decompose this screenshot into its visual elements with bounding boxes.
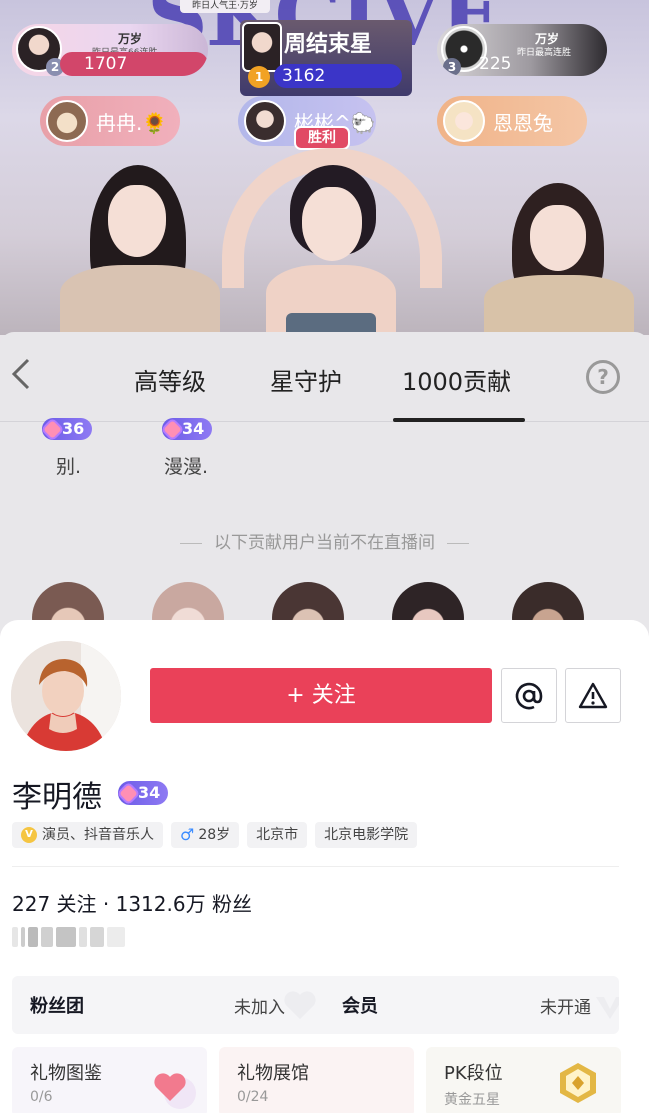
avatar — [46, 100, 88, 142]
pk-rank-tile[interactable]: PK段位 黄金五星 — [426, 1047, 621, 1113]
contributor-name[interactable]: 别. — [56, 452, 81, 479]
fan-club-row[interactable]: 粉丝团 未加入 — [12, 976, 332, 1034]
verified-icon: V — [21, 827, 37, 843]
player-chip-1[interactable]: 冉冉.🌻 — [40, 96, 180, 146]
contributor-name[interactable]: 漫漫. — [164, 452, 208, 479]
player-name: 恩恩兔 — [493, 110, 553, 135]
rank-subtitle: 昨日最高连胜 — [517, 48, 572, 58]
tile-title: PK段位 — [444, 1063, 503, 1084]
member-label: 会员 — [342, 996, 378, 1017]
top-banner: 昨日人气王·万岁 — [180, 0, 270, 13]
male-icon: ♂ — [180, 825, 195, 844]
fan-club-status: 未加入 — [234, 998, 285, 1018]
blurred-bio — [12, 927, 130, 949]
gem-icon — [119, 783, 138, 803]
gift-catalog-tile[interactable]: 礼物图鉴 0/6 — [12, 1047, 207, 1113]
rank-number: 1 — [248, 66, 270, 88]
member-status: 未开通 — [540, 998, 591, 1018]
heart-icon — [284, 991, 316, 1019]
heart-balloon-icon — [154, 1073, 196, 1109]
offline-divider: 以下贡献用户当前不在直播间 — [0, 528, 649, 553]
live-stream-view: SKCIVE 昨日人气王·万岁 2 万岁 昨日最高66连胜 1707 周结束星 … — [0, 0, 649, 335]
profile-card: + 关注 李明德 34 V 演员、抖音音乐人 ♂ 28岁 北京市 北京电影学院 22… — [0, 620, 649, 1113]
mention-button[interactable] — [501, 668, 557, 723]
gold-medal-icon — [560, 1063, 596, 1103]
tile-value: 0/24 — [237, 1089, 269, 1105]
at-icon — [515, 682, 543, 709]
rank-card-1[interactable]: 周结束星 1 3162 — [240, 20, 412, 96]
profile-tags: V 演员、抖音音乐人 ♂ 28岁 北京市 北京电影学院 — [12, 822, 418, 848]
age-tag: ♂ 28岁 — [171, 822, 240, 848]
fan-club-label: 粉丝团 — [30, 996, 84, 1017]
rank-number: 3 — [443, 58, 461, 76]
follow-button[interactable]: + 关注 — [150, 668, 492, 723]
level-badge: 36 — [42, 418, 93, 440]
profile-level-badge: 34 — [118, 781, 169, 805]
gem-icon — [43, 419, 62, 439]
rank-card-3[interactable]: 3 万岁 昨日最高连胜 225 — [437, 24, 607, 76]
gift-gallery-tile[interactable]: 礼物展馆 0/24 — [219, 1047, 414, 1113]
tab-high-level[interactable]: 高等级 — [134, 362, 206, 397]
school-tag: 北京电影学院 — [315, 822, 418, 848]
active-tab-indicator — [393, 418, 525, 422]
avatar — [242, 22, 282, 72]
rank-score: 1707 — [60, 52, 208, 76]
rank-score: 3162 — [274, 64, 402, 88]
warning-icon — [578, 682, 608, 708]
tile-value: 黄金五星 — [444, 1092, 500, 1108]
vip-icon — [596, 997, 619, 1019]
tab-bar: 高等级 星守护 1000贡献 ? — [0, 332, 649, 422]
tab-contribution[interactable]: 1000贡献 — [402, 362, 511, 397]
player-chip-3[interactable]: 恩恩兔 — [437, 96, 587, 146]
tile-title: 礼物图鉴 — [30, 1063, 102, 1084]
contribution-panel: 高等级 星守护 1000贡献 ? 36 别. 34 漫漫. 以下贡献用户当前不在… — [0, 332, 649, 654]
win-badge: 胜利 — [294, 126, 350, 150]
avatar — [443, 100, 485, 142]
streamer-center — [250, 165, 410, 335]
player-name: 冉冉.🌻 — [96, 110, 168, 135]
avatar — [244, 100, 286, 142]
profile-avatar[interactable] — [11, 641, 121, 751]
occupation-tag: V 演员、抖音音乐人 — [12, 822, 163, 848]
rank-card-2[interactable]: 2 万岁 昨日最高66连胜 1707 — [12, 24, 208, 76]
tab-star-guard[interactable]: 星守护 — [270, 362, 342, 397]
rank-title: 周结束星 — [284, 31, 373, 57]
tile-value: 0/6 — [30, 1089, 53, 1105]
gem-icon — [163, 419, 182, 439]
member-row[interactable]: 会员 未开通 — [310, 976, 619, 1034]
tile-title: 礼物展馆 — [237, 1063, 309, 1084]
back-icon[interactable] — [10, 356, 38, 396]
follow-stats[interactable]: 227 关注 · 1312.6万 粉丝 — [12, 888, 252, 917]
divider — [12, 866, 619, 867]
help-icon[interactable]: ? — [586, 360, 620, 394]
city-tag: 北京市 — [247, 822, 308, 848]
profile-name: 李明德 — [12, 780, 102, 815]
streamer-right — [478, 183, 638, 335]
streamer-left — [60, 165, 220, 335]
level-badge: 34 — [162, 418, 213, 440]
report-button[interactable] — [565, 668, 621, 723]
rank-score: 225 — [479, 54, 512, 74]
